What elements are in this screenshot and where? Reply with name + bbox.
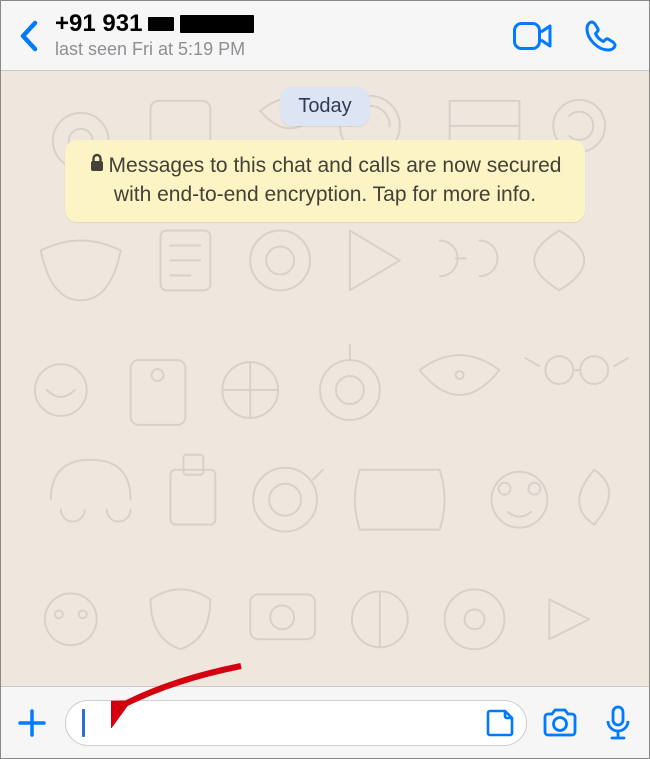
chat-body[interactable]: Today Messages to this chat and calls ar…	[1, 71, 649, 686]
contact-last-seen: last seen Fri at 5:19 PM	[55, 39, 513, 60]
microphone-icon	[605, 705, 631, 741]
contact-phone: +91 931	[55, 11, 513, 37]
header-actions	[513, 16, 645, 56]
chevron-left-icon	[18, 19, 40, 53]
chat-content: Today Messages to this chat and calls ar…	[1, 71, 649, 222]
plus-icon	[16, 707, 48, 739]
phone-icon	[584, 19, 618, 53]
camera-button[interactable]	[535, 698, 585, 748]
camera-icon	[542, 708, 578, 738]
text-cursor	[82, 709, 85, 737]
message-input[interactable]	[65, 700, 527, 746]
attach-button[interactable]	[7, 698, 57, 748]
redacted-segment	[148, 17, 174, 31]
encryption-text: Messages to this chat and calls are now …	[109, 154, 562, 206]
lock-icon	[89, 153, 105, 181]
sticker-button[interactable]	[482, 705, 518, 741]
back-button[interactable]	[5, 6, 53, 66]
redacted-segment	[180, 15, 254, 33]
encryption-banner[interactable]: Messages to this chat and calls are now …	[65, 140, 585, 222]
input-bar	[1, 686, 649, 758]
voice-call-button[interactable]	[581, 16, 621, 56]
voice-record-button[interactable]	[593, 698, 643, 748]
contact-info[interactable]: +91 931 last seen Fri at 5:19 PM	[53, 11, 513, 60]
sticker-icon	[485, 708, 515, 738]
date-chip: Today	[280, 87, 369, 126]
video-call-button[interactable]	[513, 16, 553, 56]
chat-header: +91 931 last seen Fri at 5:19 PM	[1, 1, 649, 71]
video-camera-icon	[513, 22, 553, 50]
